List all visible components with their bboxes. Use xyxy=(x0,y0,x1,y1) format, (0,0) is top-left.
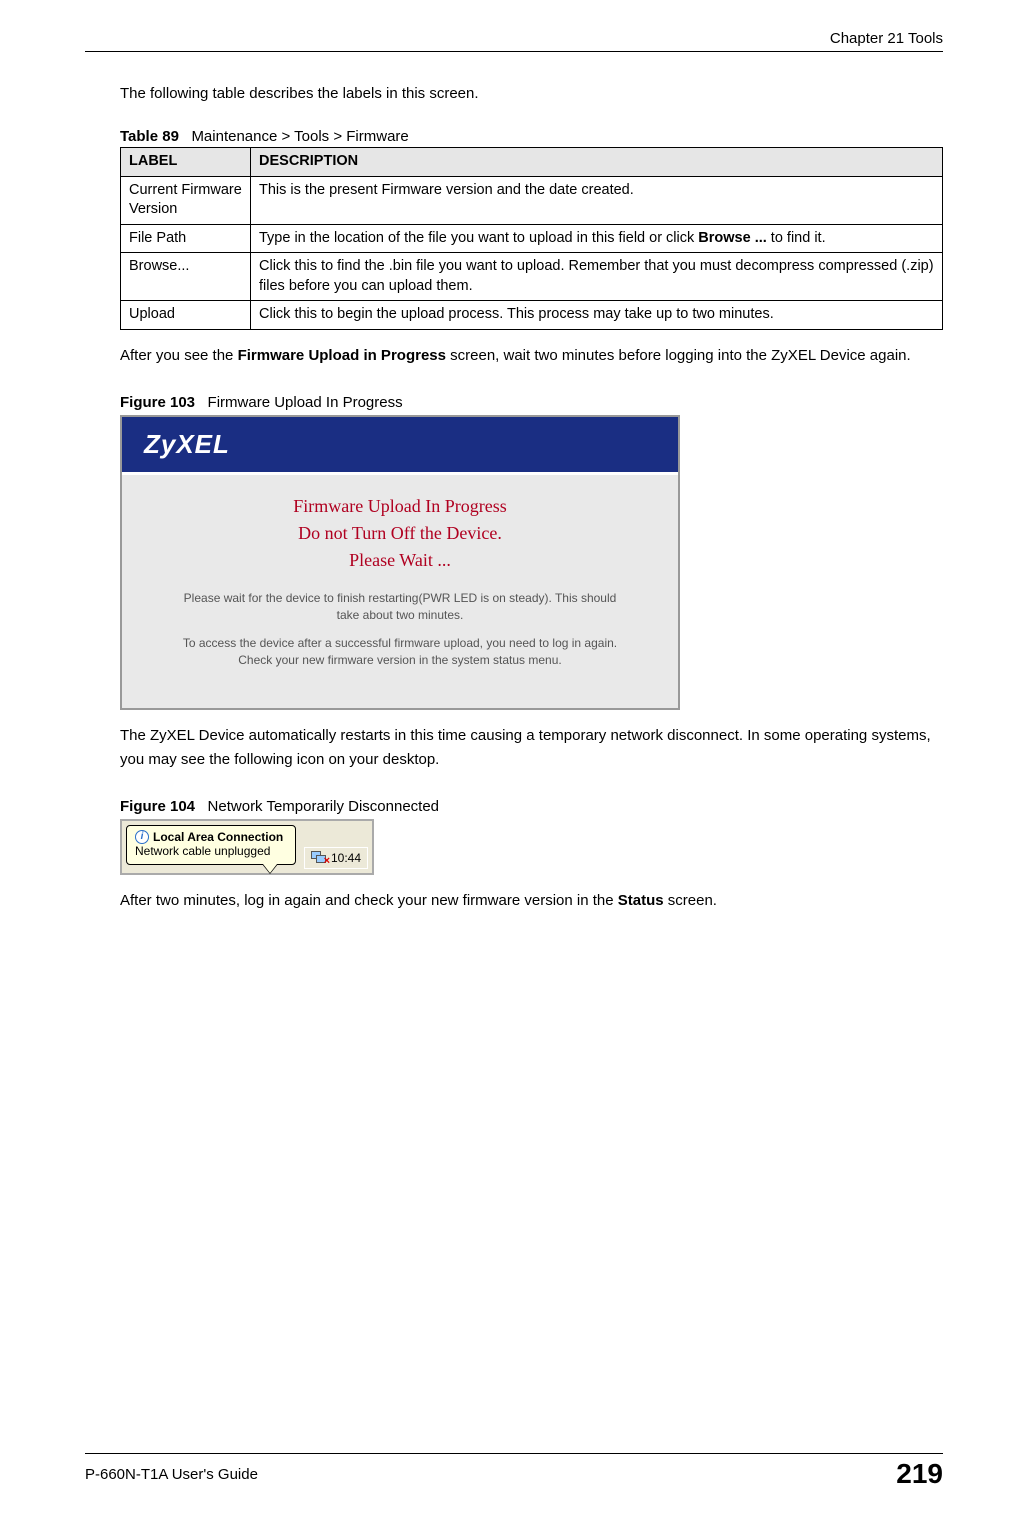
chapter-header: Chapter 21 Tools xyxy=(85,30,943,47)
th-label: LABEL xyxy=(121,148,251,177)
gray-text-2: To access the device after a successful … xyxy=(182,635,618,670)
tray-clock: 10:44 xyxy=(331,851,361,865)
figure-title: Network Temporarily Disconnected xyxy=(208,798,439,815)
table-row: Current Firmware Version This is the pre… xyxy=(121,176,943,224)
desc-post: to find it. xyxy=(767,230,826,246)
red-line-2: Do not Turn Off the Device. xyxy=(152,520,648,547)
table-number: Table 89 xyxy=(120,128,179,145)
red-line-1: Firmware Upload In Progress xyxy=(152,493,648,520)
cell-label: Current Firmware Version xyxy=(121,176,251,224)
text-pre: After two minutes, log in again and chec… xyxy=(120,892,618,909)
footer-guide-name: P-660N-T1A User's Guide xyxy=(85,1466,258,1483)
table-row: Browse... Click this to find the .bin fi… xyxy=(121,253,943,301)
figure-104: i Local Area Connection Network cable un… xyxy=(120,819,374,875)
restart-paragraph: The ZyXEL Device automatically restarts … xyxy=(120,724,943,772)
text-post: screen, wait two minutes before logging … xyxy=(446,347,911,364)
header-rule xyxy=(85,51,943,52)
figure-103: ZyXEL Firmware Upload In Progress Do not… xyxy=(120,415,680,710)
table-header-row: LABEL DESCRIPTION xyxy=(121,148,943,177)
table-row: File Path Type in the location of the fi… xyxy=(121,224,943,253)
table-89: LABEL DESCRIPTION Current Firmware Versi… xyxy=(120,147,943,330)
text-bold: Status xyxy=(618,892,664,909)
figure-number: Figure 103 xyxy=(120,394,195,411)
text-bold: Firmware Upload in Progress xyxy=(238,347,446,364)
cell-label: File Path xyxy=(121,224,251,253)
table-caption: Table 89 Maintenance > Tools > Firmware xyxy=(120,128,943,145)
cell-desc: Click this to begin the upload process. … xyxy=(251,301,943,330)
text-post: screen. xyxy=(664,892,717,909)
intro-paragraph: The following table describes the labels… xyxy=(120,82,943,106)
cell-desc: Click this to find the .bin file you wan… xyxy=(251,253,943,301)
page-footer: P-660N-T1A User's Guide 219 xyxy=(85,1453,943,1490)
cell-desc: Type in the location of the file you wan… xyxy=(251,224,943,253)
footer-rule xyxy=(85,1453,943,1454)
figure-103-caption: Figure 103 Firmware Upload In Progress xyxy=(120,394,943,411)
cell-desc: This is the present Firmware version and… xyxy=(251,176,943,224)
figure-title: Firmware Upload In Progress xyxy=(208,394,403,411)
figure-104-caption: Figure 104 Network Temporarily Disconnec… xyxy=(120,798,943,815)
red-line-3: Please Wait ... xyxy=(152,547,648,574)
system-tray: × 10:44 xyxy=(304,847,368,869)
desc-bold: Browse ... xyxy=(698,230,767,246)
figure-103-banner: ZyXEL xyxy=(122,417,678,475)
table-row: Upload Click this to begin the upload pr… xyxy=(121,301,943,330)
zyxel-logo: ZyXEL xyxy=(144,429,230,460)
firmware-warning-text: Firmware Upload In Progress Do not Turn … xyxy=(152,493,648,574)
balloon-body: Network cable unplugged xyxy=(135,844,285,858)
footer-page-number: 219 xyxy=(896,1458,943,1490)
desc-pre: Type in the location of the file you wan… xyxy=(259,230,698,246)
after-table-paragraph: After you see the Firmware Upload in Pro… xyxy=(120,344,943,368)
balloon-tail xyxy=(263,864,277,873)
figure-103-body: Firmware Upload In Progress Do not Turn … xyxy=(122,475,678,708)
final-paragraph: After two minutes, log in again and chec… xyxy=(120,889,943,913)
balloon-title: Local Area Connection xyxy=(153,830,283,844)
cell-label: Upload xyxy=(121,301,251,330)
balloon-title-row: i Local Area Connection xyxy=(135,830,285,844)
page: Chapter 21 Tools The following table des… xyxy=(0,0,1028,1524)
cell-label: Browse... xyxy=(121,253,251,301)
notification-balloon: i Local Area Connection Network cable un… xyxy=(126,825,296,865)
info-icon: i xyxy=(135,830,149,844)
figure-number: Figure 104 xyxy=(120,798,195,815)
gray-text-1: Please wait for the device to finish res… xyxy=(182,590,618,625)
th-description: DESCRIPTION xyxy=(251,148,943,177)
table-title: Maintenance > Tools > Firmware xyxy=(191,128,408,145)
body-content: The following table describes the labels… xyxy=(120,82,943,913)
network-disconnected-icon: × xyxy=(311,851,327,865)
text-pre: After you see the xyxy=(120,347,238,364)
